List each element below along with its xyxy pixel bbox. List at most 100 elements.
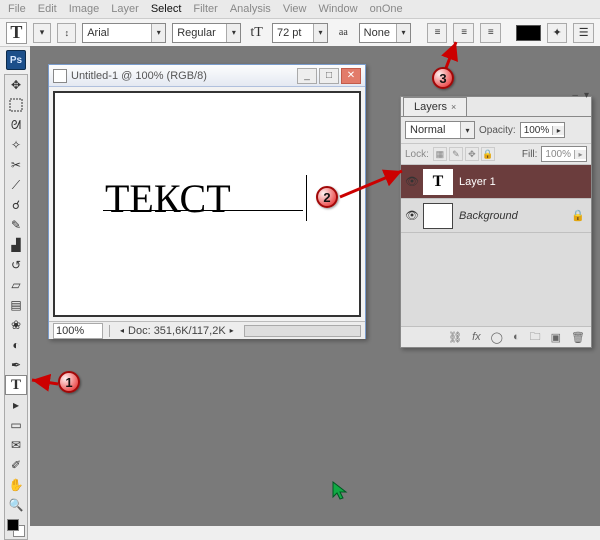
char-panel-button[interactable]: ☰ — [573, 23, 594, 43]
eraser-tool[interactable]: ▱ — [5, 275, 27, 295]
lasso-tool[interactable]: ᘛ — [5, 115, 27, 135]
shape-tool[interactable]: ▭ — [5, 415, 27, 435]
status-prev-icon[interactable]: ◂ — [120, 326, 124, 335]
new-layer-button[interactable]: ▣ — [551, 331, 561, 344]
pen-tool[interactable]: ✒ — [5, 355, 27, 375]
zoom-tool[interactable]: 🔍 — [5, 495, 27, 515]
menu-filter[interactable]: Filter — [193, 3, 217, 15]
menu-image[interactable]: Image — [69, 3, 100, 15]
font-weight-value: Regular — [173, 25, 220, 41]
slice-tool[interactable]: ⟋ — [5, 175, 27, 195]
maximize-button[interactable]: □ — [319, 68, 339, 84]
chevron-down-icon: ▾ — [151, 24, 165, 42]
text-color-swatch[interactable] — [516, 25, 540, 41]
menu-select[interactable]: Select — [151, 3, 182, 15]
options-bar: T ▾ ↕ Arial ▾ Regular ▾ tT 72 pt ▾ aa No… — [0, 19, 600, 47]
fg-color-swatch[interactable] — [7, 519, 19, 531]
layers-tab[interactable]: Layers× — [403, 97, 467, 116]
canvas-text[interactable]: ТЕКСТ — [105, 175, 231, 222]
menu-bar: File Edit Image Layer Select Filter Anal… — [0, 0, 600, 19]
document-titlebar[interactable]: Untitled-1 @ 100% (RGB/8) _ □ ✕ — [49, 65, 365, 87]
document-canvas[interactable]: ТЕКСТ — [53, 91, 361, 317]
link-layers-button[interactable]: ⛓ — [448, 331, 462, 344]
chevron-down-icon: ▾ — [313, 24, 327, 42]
font-size-combo[interactable]: 72 pt ▾ — [272, 23, 328, 43]
marquee-tool[interactable] — [5, 95, 27, 115]
layer-thumbnail[interactable]: T — [423, 169, 453, 195]
font-family-combo[interactable]: Arial ▾ — [82, 23, 166, 43]
gradient-tool[interactable]: ▤ — [5, 295, 27, 315]
orientation-toggle[interactable]: ↕ — [57, 23, 76, 43]
text-caret — [306, 175, 307, 221]
lock-pixels-icon[interactable]: ✎ — [449, 147, 463, 161]
eyedropper-tool[interactable]: ✐ — [5, 455, 27, 475]
layer-row[interactable]: 👁 T Layer 1 — [401, 165, 591, 199]
path-select-tool[interactable]: ▸ — [5, 395, 27, 415]
stamp-tool[interactable]: ▟ — [5, 235, 27, 255]
lock-all-icon[interactable]: 🔒 — [481, 147, 495, 161]
font-family-value: Arial — [83, 25, 113, 41]
fill-field[interactable]: 100% ▸ — [541, 146, 587, 162]
chevron-right-icon: ▸ — [552, 126, 564, 135]
layer-thumbnail[interactable] — [423, 203, 453, 229]
healing-tool[interactable]: ☌ — [5, 195, 27, 215]
chevron-down-icon: ▾ — [396, 24, 410, 42]
align-right-button[interactable]: ≡ — [480, 23, 501, 43]
menu-layer[interactable]: Layer — [111, 3, 139, 15]
menu-window[interactable]: Window — [318, 3, 357, 15]
menu-view[interactable]: View — [283, 3, 307, 15]
minimize-button[interactable]: _ — [297, 68, 317, 84]
crop-tool[interactable]: ✂ — [5, 155, 27, 175]
hand-tool[interactable]: ✋ — [5, 475, 27, 495]
type-tool[interactable]: T — [5, 375, 27, 395]
tool-preset-dropdown[interactable]: ▾ — [33, 23, 52, 43]
adjustment-button[interactable]: ◐ — [513, 331, 520, 343]
warp-text-button[interactable]: ✦ — [547, 23, 568, 43]
fx-button[interactable]: fx — [472, 331, 481, 343]
font-size-icon: tT — [247, 25, 266, 41]
close-button[interactable]: ✕ — [341, 68, 361, 84]
menu-edit[interactable]: Edit — [38, 3, 57, 15]
cursor-icon — [332, 481, 348, 501]
document-icon — [53, 69, 67, 83]
blur-tool[interactable]: ❀ — [5, 315, 27, 335]
lock-position-icon[interactable]: ✥ — [465, 147, 479, 161]
doc-info: Doc: 351,6K/117,2K — [128, 325, 226, 337]
zoom-field[interactable]: 100% — [53, 323, 103, 339]
mask-button[interactable]: ◯ — [491, 331, 503, 344]
wand-tool[interactable]: ✧ — [5, 135, 27, 155]
history-brush-tool[interactable]: ↺ — [5, 255, 27, 275]
antialias-value: None — [360, 25, 394, 41]
lock-transparency-icon[interactable]: ▦ — [433, 147, 447, 161]
font-size-value: 72 pt — [273, 25, 305, 41]
chevron-right-icon: ▸ — [574, 150, 586, 159]
annotation-badge-3: 3 — [432, 67, 454, 89]
opacity-field[interactable]: 100% ▸ — [520, 122, 566, 138]
close-icon[interactable]: × — [451, 102, 456, 112]
layer-name[interactable]: Layer 1 — [459, 176, 496, 188]
visibility-toggle[interactable]: 👁 — [401, 209, 423, 222]
layer-row[interactable]: 👁 Background 🔒 — [401, 199, 591, 233]
fg-bg-swatch[interactable] — [5, 517, 27, 539]
antialias-label: aa — [334, 27, 353, 38]
menu-file[interactable]: File — [8, 3, 26, 15]
h-scrollbar[interactable] — [244, 325, 361, 337]
blend-mode-combo[interactable]: Normal ▾ — [405, 121, 475, 139]
annotation-arrow-2 — [336, 165, 408, 205]
panel-collapse-icon[interactable]: – — [572, 90, 578, 101]
menu-onone[interactable]: onOne — [370, 3, 403, 15]
delete-layer-button[interactable]: 🗑 — [571, 331, 585, 344]
font-weight-combo[interactable]: Regular ▾ — [172, 23, 241, 43]
notes-tool[interactable]: ✉ — [5, 435, 27, 455]
layer-list: 👁 T Layer 1 👁 Background 🔒 — [401, 165, 591, 327]
menu-analysis[interactable]: Analysis — [230, 3, 271, 15]
layer-name[interactable]: Background — [459, 210, 518, 222]
brush-tool[interactable]: ✎ — [5, 215, 27, 235]
status-next-icon[interactable]: ▸ — [230, 326, 234, 335]
panel-menu-icon[interactable]: ▾ — [584, 90, 589, 101]
move-tool[interactable]: ✥ — [5, 75, 27, 95]
group-button[interactable]: 🗀 — [530, 328, 541, 347]
dodge-tool[interactable]: ◐ — [5, 335, 27, 355]
antialias-combo[interactable]: None ▾ — [359, 23, 411, 43]
type-tool-indicator[interactable]: T — [6, 22, 27, 44]
